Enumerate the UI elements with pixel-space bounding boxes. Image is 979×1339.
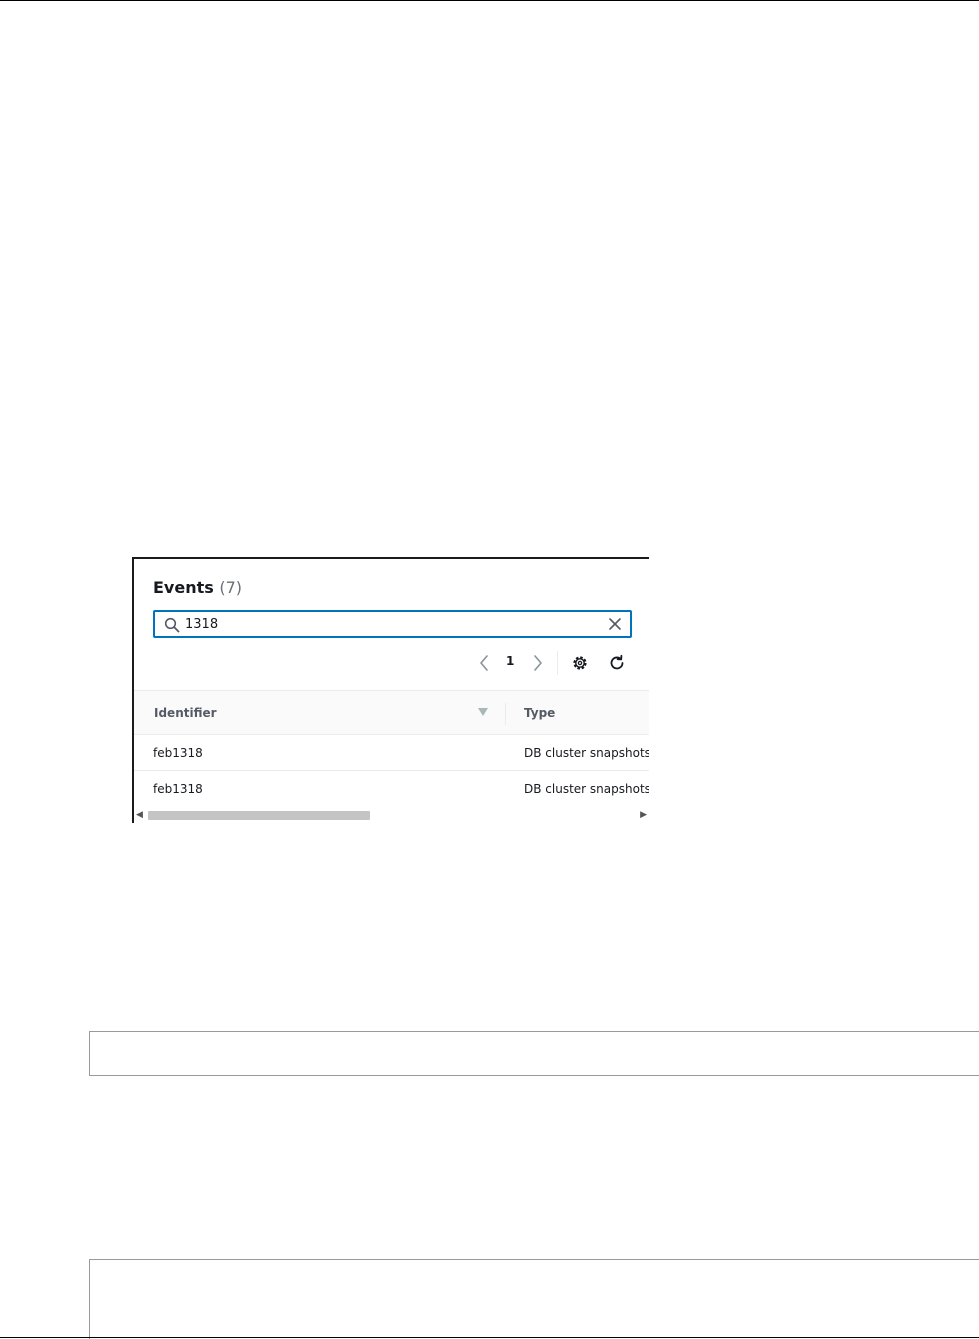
cell-identifier: feb1318 [153, 746, 203, 760]
code-block [89, 1031, 979, 1076]
events-title: Events (7) [153, 578, 242, 597]
search-field[interactable] [153, 610, 632, 638]
column-divider[interactable] [505, 703, 506, 725]
events-count: (7) [219, 578, 243, 597]
table-row[interactable]: feb1318 DB cluster snapshots [134, 735, 649, 771]
scroll-left-arrow-icon[interactable]: ◀ [136, 810, 143, 820]
scrollbar-thumb[interactable] [148, 811, 370, 820]
page-top-rule [0, 0, 979, 1]
close-icon[interactable] [608, 617, 622, 631]
scroll-right-arrow-icon[interactable]: ▶ [640, 810, 647, 820]
gear-icon[interactable] [571, 654, 589, 672]
sort-down-icon[interactable] [478, 708, 488, 716]
page-bottom-rule [0, 1337, 979, 1338]
refresh-icon[interactable] [608, 654, 626, 672]
code-block [89, 1259, 979, 1339]
column-header-type[interactable]: Type [524, 706, 555, 720]
table-header: Identifier Type [134, 690, 649, 735]
events-title-label: Events [153, 578, 214, 597]
search-icon [164, 617, 180, 633]
events-header: Events (7) 1 [134, 559, 649, 690]
cell-type: DB cluster snapshots [524, 782, 649, 796]
table-row[interactable]: feb1318 DB cluster snapshots [134, 771, 649, 807]
cell-type: DB cluster snapshots [524, 746, 649, 760]
cell-identifier: feb1318 [153, 782, 203, 796]
pagination-page-1[interactable]: 1 [506, 654, 514, 668]
column-header-identifier[interactable]: Identifier [154, 706, 217, 720]
chevron-left-icon[interactable] [478, 654, 490, 672]
events-panel-screenshot: Events (7) 1318 1 Identifier Type feb131… [132, 557, 649, 823]
pagination-divider [557, 651, 558, 675]
chevron-right-icon[interactable] [532, 654, 544, 672]
search-input[interactable] [185, 615, 595, 633]
horizontal-scrollbar[interactable]: ◀ ▶ [134, 807, 649, 823]
